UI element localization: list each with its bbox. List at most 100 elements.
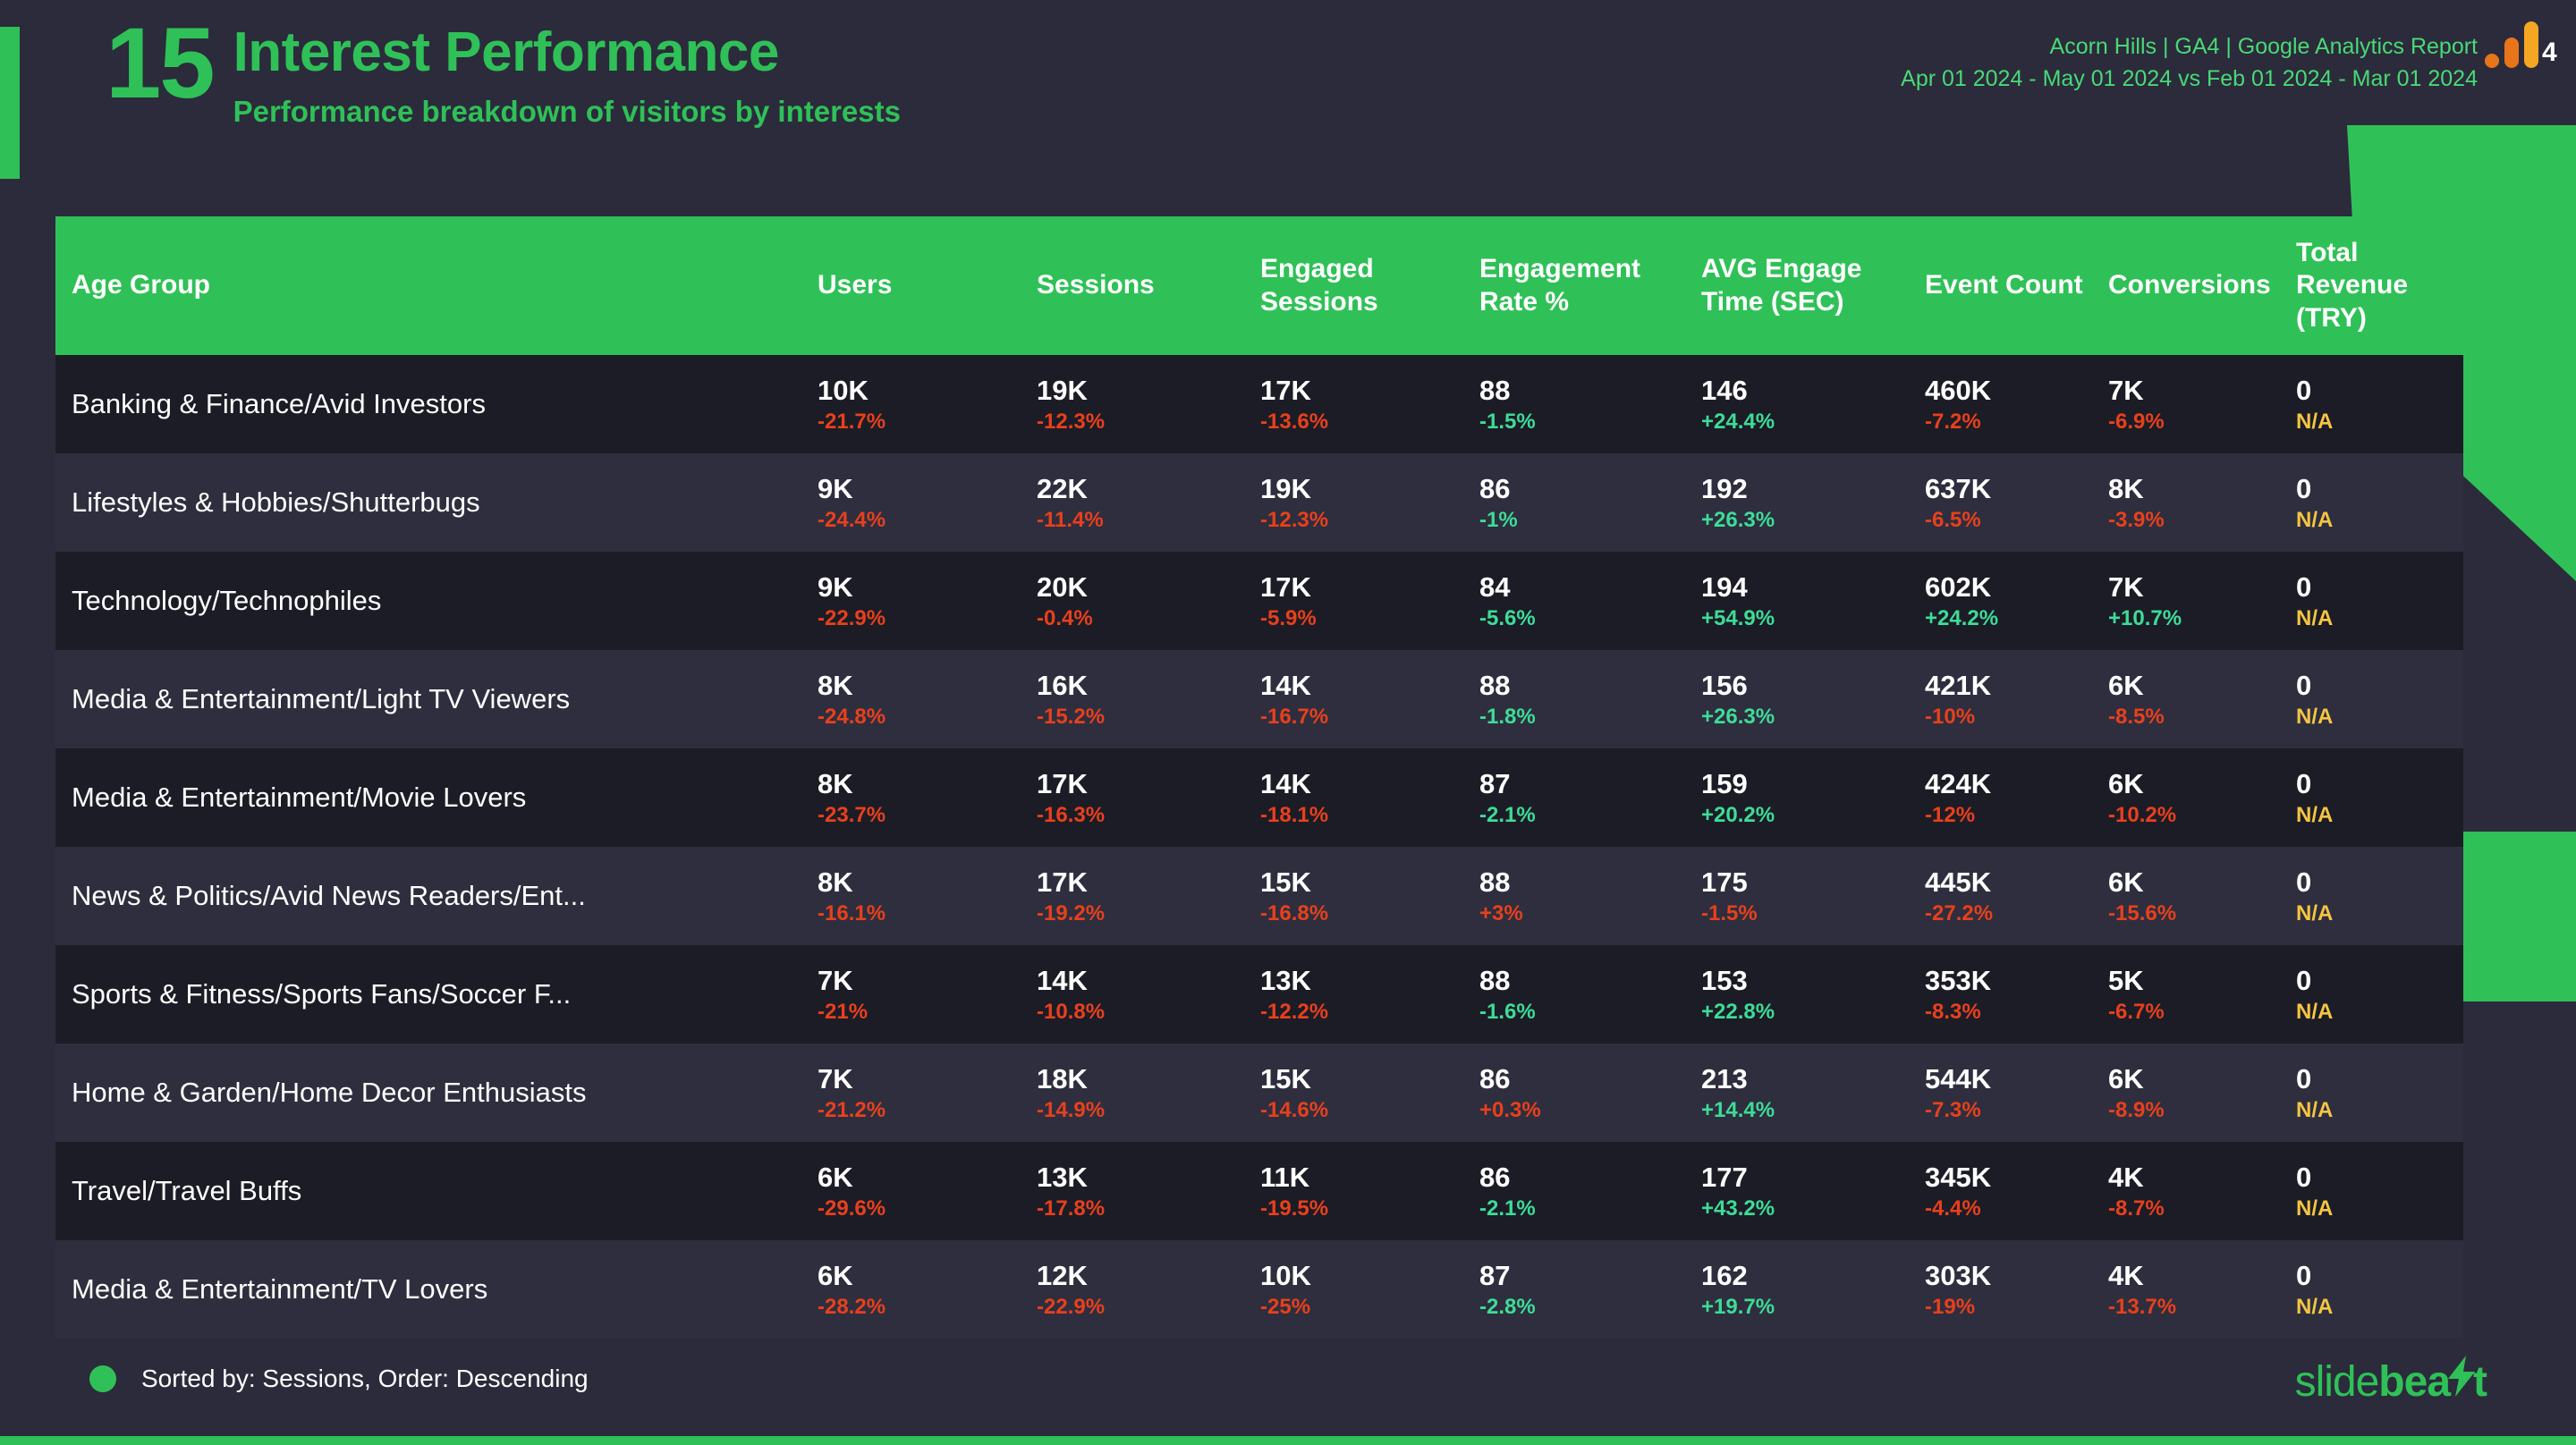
bullet-dot-icon <box>89 1365 116 1392</box>
metric-value: 303K <box>1925 1259 1992 1291</box>
metric-delta: -10.2% <box>2108 803 2177 828</box>
metric-value: 8K <box>818 767 853 799</box>
table-row[interactable]: Media & Entertainment/Light TV Viewers 8K… <box>55 650 2463 748</box>
metric-value: 0 <box>2296 1062 2312 1094</box>
metric-value: 637K <box>1925 472 1992 504</box>
dimension-label: Media & Entertainment/Movie Lovers <box>72 782 527 813</box>
table-row[interactable]: Media & Entertainment/Movie Lovers 8K -23.… <box>55 748 2463 847</box>
cell-metric: 162 +19.7% <box>1690 1240 1914 1339</box>
cell-dimension: Media & Entertainment/Movie Lovers <box>55 748 807 847</box>
metric-value: 6K <box>2108 669 2144 701</box>
metric-value: 87 <box>1479 767 1511 799</box>
cell-metric: 544K -7.3% <box>1914 1044 2097 1142</box>
metric-value: 159 <box>1701 767 1748 799</box>
column-header-engaged-sessions[interactable]: Engaged Sessions <box>1250 216 1469 355</box>
metric-value: 6K <box>2108 1062 2144 1094</box>
metric-delta: -16.1% <box>818 901 886 926</box>
metric-value: 0 <box>2296 866 2312 898</box>
metric-delta: -14.6% <box>1260 1098 1329 1123</box>
table-row[interactable]: Lifestyles & Hobbies/Shutterbugs 9K -24.4%… <box>55 453 2463 552</box>
interest-performance-table: Age Group Users Sessions Engaged Session… <box>55 216 2463 1339</box>
column-header-conversions[interactable]: Conversions <box>2097 216 2285 355</box>
dimension-label: Lifestyles & Hobbies/Shutterbugs <box>72 486 480 518</box>
cell-metric: 445K -27.2% <box>1914 847 2097 945</box>
cell-metric: 13K -12.2% <box>1250 945 1469 1044</box>
table-row[interactable]: Sports & Fitness/Sports Fans/Soccer F...… <box>55 945 2463 1044</box>
table-row[interactable]: Home & Garden/Home Decor Enthusiasts 7K -2… <box>55 1044 2463 1142</box>
column-header-users[interactable]: Users <box>807 216 1026 355</box>
column-header-engagement-rate[interactable]: Engagement Rate % <box>1469 216 1690 355</box>
table-row[interactable]: News & Politics/Avid News Readers/Ent...… <box>55 847 2463 945</box>
metric-value: 8K <box>818 669 853 701</box>
cell-metric: 18K -14.9% <box>1026 1044 1250 1142</box>
cell-metric: 194 +54.9% <box>1690 552 1914 650</box>
cell-metric: 14K -10.8% <box>1026 945 1250 1044</box>
cell-metric: 7K -6.9% <box>2097 355 2285 453</box>
metric-value: 0 <box>2296 374 2312 406</box>
cell-metric: 4K -8.7% <box>2097 1142 2285 1240</box>
metric-delta: -5.9% <box>1260 606 1317 631</box>
metric-delta: N/A <box>2296 1000 2334 1025</box>
table-row[interactable]: Media & Entertainment/TV Lovers 6K -28.2% 1… <box>55 1240 2463 1339</box>
metric-delta: -3.9% <box>2108 508 2165 533</box>
report-account-line: Acorn Hills | GA4 | Google Analytics Rep… <box>2049 34 2478 59</box>
metric-value: 86 <box>1479 1161 1511 1193</box>
metric-delta: -13.7% <box>2108 1295 2177 1320</box>
cell-metric: 156 +26.3% <box>1690 650 1914 748</box>
cell-metric: 0 N/A <box>2285 1142 2463 1240</box>
cell-metric: 8K -23.7% <box>807 748 1026 847</box>
metric-value: 10K <box>818 374 869 406</box>
table-header-row: Age Group Users Sessions Engaged Session… <box>55 216 2463 355</box>
metric-value: 602K <box>1925 570 1992 603</box>
metric-delta: -2.8% <box>1479 1295 1536 1320</box>
metric-delta: -5.6% <box>1479 606 1536 631</box>
metric-value: 8K <box>2108 472 2144 504</box>
metric-delta: N/A <box>2296 1098 2334 1123</box>
cell-dimension: Lifestyles & Hobbies/Shutterbugs <box>55 453 807 552</box>
metric-delta: N/A <box>2296 410 2334 435</box>
cell-metric: 153 +22.8% <box>1690 945 1914 1044</box>
cell-metric: 637K -6.5% <box>1914 453 2097 552</box>
metric-value: 9K <box>818 472 853 504</box>
metric-delta: +10.7% <box>2108 606 2182 631</box>
metric-value: 192 <box>1701 472 1748 504</box>
metric-delta: -22.9% <box>1037 1295 1106 1320</box>
metric-value: 445K <box>1925 866 1992 898</box>
metric-value: 0 <box>2296 964 2312 996</box>
table-row[interactable]: Technology/Technophiles 9K -22.9% 20K -0.4% 1… <box>55 552 2463 650</box>
cell-metric: 11K -19.5% <box>1250 1142 1469 1240</box>
metric-delta: -7.2% <box>1925 410 1981 435</box>
table-row[interactable]: Banking & Finance/Avid Investors 10K -21.7… <box>55 355 2463 453</box>
cell-metric: 15K -14.6% <box>1250 1044 1469 1142</box>
metric-value: 153 <box>1701 964 1748 996</box>
metric-delta: -8.9% <box>2108 1098 2165 1123</box>
page-title: Interest Performance <box>233 21 780 83</box>
column-header-event-count[interactable]: Event Count <box>1914 216 2097 355</box>
metric-value: 6K <box>2108 767 2144 799</box>
column-header-age-group[interactable]: Age Group <box>55 216 807 355</box>
title-block: 15 Interest Performance Performance brea… <box>106 13 901 129</box>
metric-value: 0 <box>2296 669 2312 701</box>
metric-delta: N/A <box>2296 705 2334 730</box>
cell-metric: 17K -19.2% <box>1026 847 1250 945</box>
metric-delta: -1.5% <box>1701 901 1758 926</box>
metric-delta: -7.3% <box>1925 1098 1981 1123</box>
column-header-sessions[interactable]: Sessions <box>1026 216 1250 355</box>
column-header-total-revenue[interactable]: Total Revenue (TRY) <box>2285 216 2463 355</box>
metric-delta: -18.1% <box>1260 803 1329 828</box>
table-row[interactable]: Travel/Travel Buffs 6K -29.6% 13K -17.8% 11K -… <box>55 1142 2463 1240</box>
slide-footer: Sorted by: Sessions, Order: Descending s… <box>0 1338 2576 1445</box>
metric-value: 4K <box>2108 1161 2144 1193</box>
cell-metric: 602K +24.2% <box>1914 552 2097 650</box>
metric-delta: -24.8% <box>818 705 886 730</box>
data-table: Age Group Users Sessions Engaged Session… <box>55 216 2463 1339</box>
cell-dimension: Media & Entertainment/TV Lovers <box>55 1240 807 1339</box>
cell-dimension: Home & Garden/Home Decor Enthusiasts <box>55 1044 807 1142</box>
metric-value: 146 <box>1701 374 1748 406</box>
metric-delta: -19% <box>1925 1295 1976 1320</box>
metric-delta: +26.3% <box>1701 705 1775 730</box>
cell-metric: 8K -24.8% <box>807 650 1026 748</box>
column-header-avg-engage-time[interactable]: AVG Engage Time (SEC) <box>1690 216 1914 355</box>
metric-delta: N/A <box>2296 803 2334 828</box>
slidebeast-logo: slide bea t <box>2295 1356 2487 1407</box>
